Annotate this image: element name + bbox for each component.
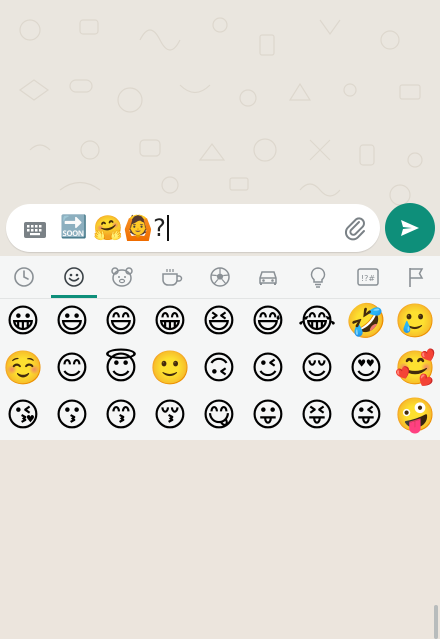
lightbulb-icon [310,267,326,288]
emoji-wink[interactable]: 😉 [246,346,290,390]
keyboard-toggle-button[interactable] [22,220,48,240]
emoji-grinning-face[interactable]: 😀 [1,299,45,343]
message-input-field[interactable]: 🔜 🤗🙆 ? [60,210,169,246]
tab-recent[interactable] [0,256,48,298]
message-composer: 🔜 🤗🙆 ? [0,200,440,256]
emoji-grinning-smiling-eyes[interactable]: 😄 [99,299,143,343]
tab-activities[interactable] [196,256,244,298]
emoji-winking-tongue[interactable]: 😜 [344,393,388,437]
emoji-yum[interactable]: 😋 [197,393,241,437]
selected-tab-indicator [51,295,97,298]
send-button[interactable] [385,203,435,253]
paperclip-icon [345,217,365,241]
emoji-heart-eyes[interactable]: 😍 [344,346,388,390]
emoji-tongue[interactable]: 😛 [246,393,290,437]
flag-icon [409,268,424,287]
typed-emojis: 🤗🙆 [93,214,154,242]
emoji-rolling-laughing[interactable]: 🤣 [344,299,388,343]
emoji-squinting-tongue[interactable]: 😝 [295,393,339,437]
coffee-cup-icon [162,269,183,286]
emoji-blush[interactable]: 😊 [50,346,94,390]
emoji-kissing-heart[interactable]: 😘 [1,393,45,437]
emoji-grid: 😀 😃 😄 😁 😆 😅 😂 🤣 🥲 ☺️ 😊 😇 🙂 🙃 😉 😌 😍 🥰 😘 😗… [0,299,440,639]
emoji-beaming-face[interactable]: 😁 [148,299,192,343]
tab-animals[interactable] [98,256,146,298]
bear-icon [111,267,133,287]
tab-food[interactable] [148,256,196,298]
tab-travel[interactable] [244,256,292,298]
emoji-upside-down[interactable]: 🙃 [197,346,241,390]
emoji-kissing-closed-eyes[interactable]: 😚 [148,393,192,437]
emoji-kissing-smiling-eyes[interactable]: 😙 [99,393,143,437]
smileys-icon [64,267,84,287]
emoji-smiling-face[interactable]: ☺️ [1,346,45,390]
recent-icon [14,267,34,287]
emoji-smiling-tear[interactable]: 🥲 [393,299,437,343]
tab-objects[interactable] [294,256,342,298]
emoji-zany-face[interactable]: 🤪 [393,393,437,437]
message-input-box[interactable]: 🔜 🤗🙆 ? [6,204,380,252]
typed-question-mark: ? [153,214,166,242]
attach-button[interactable] [342,215,368,241]
emoji-relieved[interactable]: 😌 [295,346,339,390]
car-icon [259,271,277,285]
emoji-sweat-smile[interactable]: 😅 [246,299,290,343]
emoji-halo[interactable]: 😇 [99,346,143,390]
svg-text:!?#: !?# [361,274,375,283]
symbols-icon: !?# [357,268,379,286]
text-cursor [166,215,169,241]
emoji-grid-scrollbar[interactable] [434,605,438,639]
emoji-category-tabs: !?# [0,256,440,299]
tab-flags[interactable] [392,256,440,298]
soon-arrow-emoji: 🔜 [60,215,88,240]
emoji-slight-smile[interactable]: 🙂 [148,346,192,390]
keyboard-icon [24,222,46,238]
soccer-ball-icon [210,267,230,287]
emoji-grinning-big-eyes[interactable]: 😃 [50,299,94,343]
tab-symbols[interactable]: !?# [344,256,392,298]
emoji-squinting-face[interactable]: 😆 [197,299,241,343]
emoji-kissing[interactable]: 😗 [50,393,94,437]
tab-smileys[interactable] [50,256,98,298]
emoji-smiling-hearts[interactable]: 🥰 [393,346,437,390]
emoji-tears-of-joy[interactable]: 😂 [295,299,339,343]
send-icon [401,220,419,236]
